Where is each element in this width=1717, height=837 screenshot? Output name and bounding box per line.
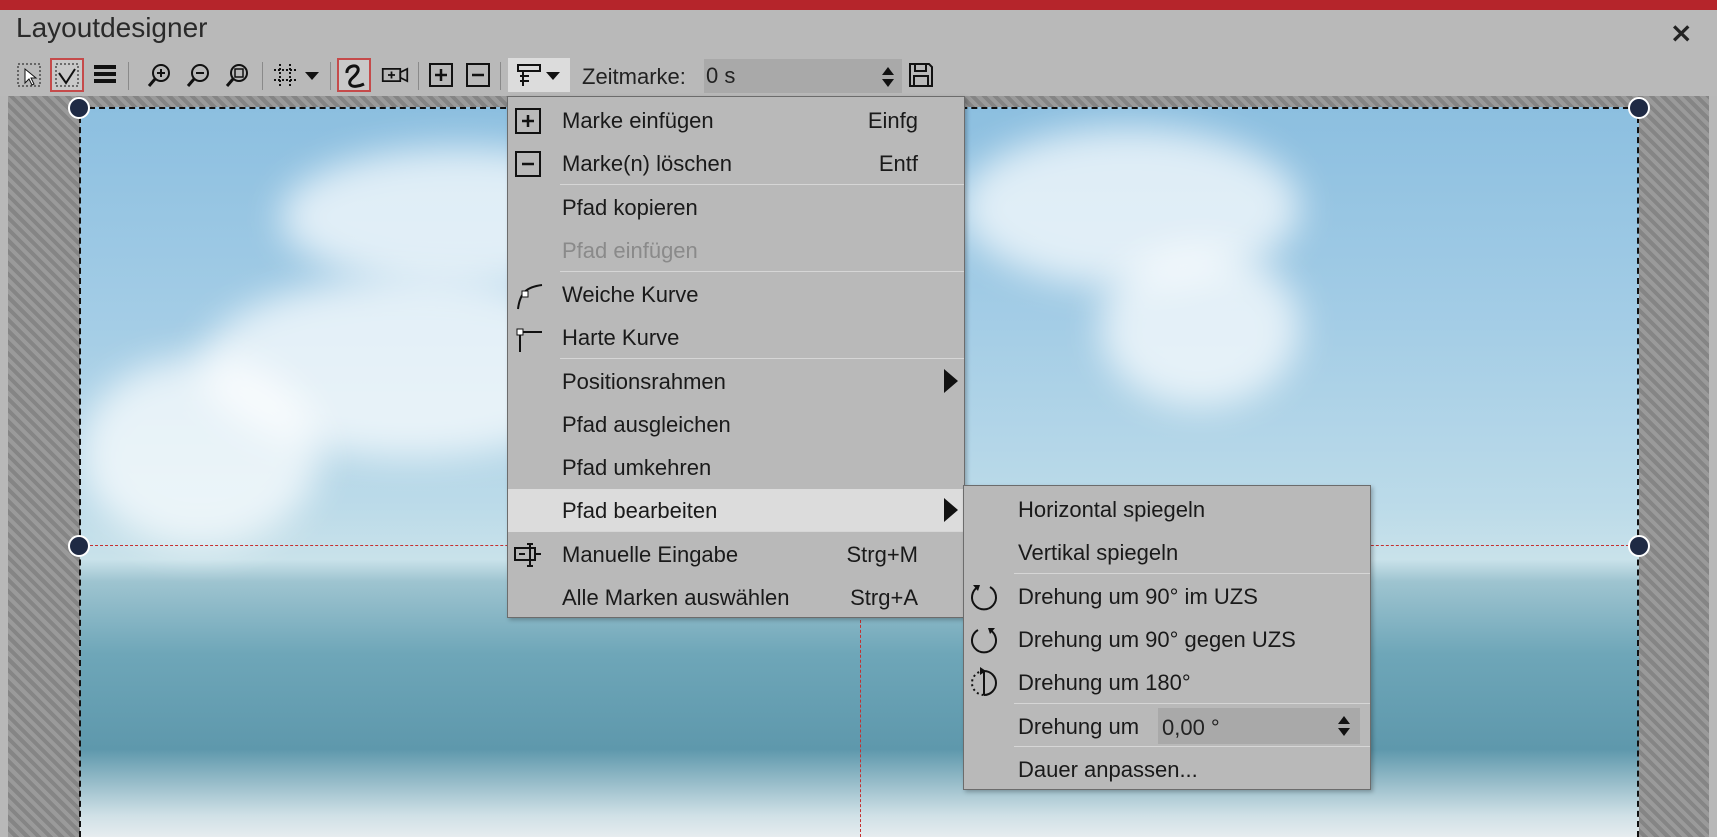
hard-curve-icon [512,322,544,354]
save-icon[interactable] [904,58,938,92]
toolbar-separator [262,62,263,90]
menu-item-pfad-ausgleichen[interactable]: Pfad ausgleichen [508,403,964,446]
menu-item-harte-kurve[interactable]: Harte Kurve [508,316,964,359]
submenu-pfad-bearbeiten: Horizontal spiegeln Vertikal spiegeln Dr… [963,485,1371,790]
submenu-item-drehung-90-uzs[interactable]: Drehung um 90° im UZS [964,575,1370,618]
dropdown-arrow-icon[interactable] [300,58,324,92]
path-menu-icon [517,64,541,86]
menu-item-positionsrahmen[interactable]: Positionsrahmen [508,360,964,403]
menu-item-marken-loeschen[interactable]: Marke(n) löschen Entf [508,142,964,185]
zeitmarke-input[interactable]: 0 s [704,59,902,93]
submenu-item-horizontal-spiegeln[interactable]: Horizontal spiegeln [964,488,1370,531]
title-bar: Layoutdesigner × [0,10,1717,56]
handle-middle-right[interactable] [1628,535,1650,557]
zoom-out-icon[interactable] [182,58,216,92]
path-menu-button[interactable] [508,58,570,92]
submenu-arrow-icon [944,498,958,522]
menu-separator [560,271,964,272]
window-title: Layoutdesigner [16,12,208,43]
add-mark-icon[interactable] [424,58,458,92]
rotation-input[interactable]: 0,00 ° [1158,708,1360,744]
manual-input-icon [512,539,544,571]
menu-separator [560,184,964,185]
rotate-180-icon [968,667,1000,699]
toolbar-separator [418,62,419,90]
dropdown-arrow-icon [546,72,560,80]
menu-item-pfad-kopieren[interactable]: Pfad kopieren [508,186,964,229]
rotate-ccw-icon [968,624,1000,656]
menu-separator [560,531,964,532]
zeitmarke-label: Zeitmarke: [582,64,686,89]
smooth-curve-icon [512,279,544,311]
menu-item-pfad-umkehren[interactable]: Pfad umkehren [508,446,964,489]
menu-item-alle-marken-auswaehlen[interactable]: Alle Marken auswählen Strg+A [508,576,964,619]
grid-icon[interactable] [268,58,302,92]
spinner-icon[interactable] [1336,712,1352,740]
menu-separator [1014,573,1370,574]
menu-separator [560,358,964,359]
handle-middle-left[interactable] [68,535,90,557]
handle-top-right[interactable] [1628,97,1650,119]
zoom-fit-icon[interactable] [221,58,255,92]
menu-item-weiche-kurve[interactable]: Weiche Kurve [508,273,964,316]
rotate-cw-icon [968,581,1000,613]
toolbar: Zeitmarke: 0 s [0,56,1717,96]
menu-item-pfad-bearbeiten[interactable]: Pfad bearbeiten [508,489,964,532]
submenu-item-vertikal-spiegeln[interactable]: Vertikal spiegeln [964,531,1370,574]
context-menu: Marke einfügen Einfg Marke(n) löschen En… [507,96,965,618]
zeitmarke-value: 0 s [706,63,736,88]
submenu-item-dauer-anpassen[interactable]: Dauer anpassen... [964,748,1370,791]
submenu-item-drehung-90-gegen-uzs[interactable]: Drehung um 90° gegen UZS [964,618,1370,661]
menu-item-marke-einfuegen[interactable]: Marke einfügen Einfg [508,99,964,142]
submenu-item-drehung-180[interactable]: Drehung um 180° [964,661,1370,704]
path-icon[interactable] [337,58,371,92]
window-accent-bar [0,0,1717,10]
menu-item-manuelle-eingabe[interactable]: Manuelle Eingabe Strg+M [508,533,964,576]
camera-icon[interactable] [376,58,414,92]
close-icon[interactable]: × [1670,16,1693,49]
path-select-icon[interactable] [50,58,84,92]
toolbar-separator [500,62,501,90]
toolbar-separator [128,62,129,90]
zoom-in-icon[interactable] [143,58,177,92]
menu-separator [1014,703,1370,704]
select-icon[interactable] [12,58,46,92]
rotation-value: 0,00 ° [1162,715,1220,740]
submenu-arrow-icon [944,369,958,393]
menu-item-pfad-einfuegen: Pfad einfügen [562,237,698,263]
handle-top-left[interactable] [68,97,90,119]
remove-mark-icon[interactable] [461,58,495,92]
spinner-icon[interactable] [880,63,896,91]
toolbar-separator [330,62,331,90]
layers-icon[interactable] [88,58,122,92]
minus-box-icon [512,148,544,180]
menu-separator [1014,746,1370,747]
plus-box-icon [512,105,544,137]
